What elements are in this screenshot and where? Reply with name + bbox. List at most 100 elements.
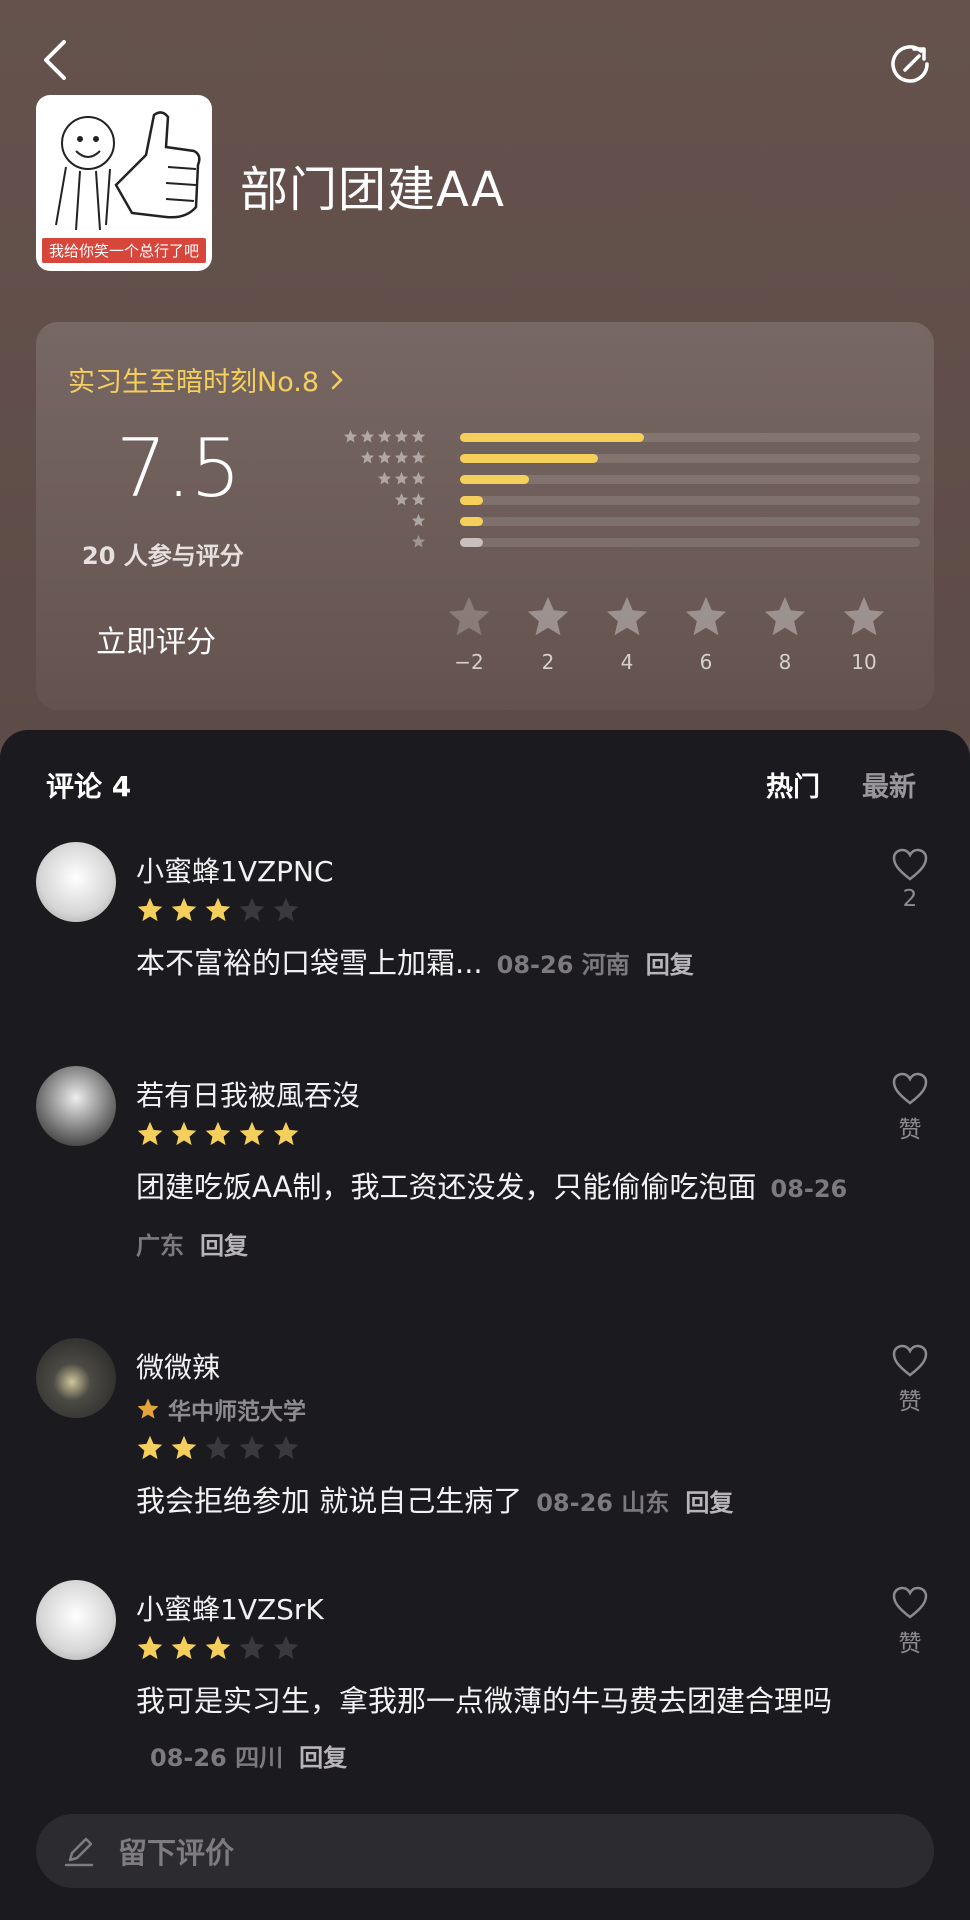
rating-star-icon (273, 897, 299, 922)
commenter-name[interactable]: 小蜜蜂1VZSrK (136, 1588, 324, 1628)
rate-star-value: 4 (620, 650, 634, 674)
rate-star-option[interactable]: 8 (762, 594, 808, 674)
like-count: 赞 (898, 1117, 922, 1143)
distribution-stars (394, 492, 426, 507)
pencil-icon (64, 1837, 94, 1867)
rate-star-option[interactable]: 2 (525, 594, 571, 674)
broken-star-icon (448, 596, 490, 636)
rating-star-icon (137, 1121, 163, 1146)
verified-school: 华中师范大学 (136, 1392, 306, 1426)
rank-label: 实习生至暗时刻No.8 (68, 367, 320, 398)
rate-star-value: 2 (541, 650, 555, 674)
rating-star-icon (273, 1635, 299, 1660)
star-icon (685, 596, 727, 636)
distribution-track (460, 496, 920, 505)
rating-star-icon (239, 1435, 265, 1460)
review-input[interactable]: 留下评价 (36, 1814, 934, 1888)
distribution-row (306, 490, 920, 511)
commenter-name[interactable]: 微微辣 (136, 1346, 220, 1386)
comment-rating (136, 1634, 300, 1662)
rate-star-value: 6 (699, 650, 713, 674)
avatar[interactable] (36, 1580, 116, 1660)
chevron-right-icon (331, 370, 343, 389)
rating-star-icon (239, 897, 265, 922)
share-button[interactable] (880, 34, 940, 94)
review-input-placeholder: 留下评价 (118, 1836, 235, 1870)
small-star-icon (411, 513, 426, 527)
like-button[interactable]: 赞 (890, 1344, 930, 1416)
star-icon (764, 596, 806, 636)
distribution-track (460, 517, 920, 526)
rating-star-icon (205, 897, 231, 922)
rate-star-option[interactable]: 6 (683, 594, 729, 674)
reply-button[interactable]: 回复 (200, 1232, 248, 1260)
star-icon (527, 596, 569, 636)
star-icon (843, 596, 885, 636)
small-star-icon (411, 471, 426, 485)
participant-count: 20 人参与评分 (82, 542, 244, 570)
rating-star-icon (137, 1635, 163, 1660)
average-score: 7.5 (116, 422, 241, 515)
rating-distribution (306, 427, 920, 553)
small-star-icon (360, 450, 375, 464)
rate-star-value: −2 (454, 650, 484, 674)
comments-count: 评论 4 (46, 770, 132, 803)
distribution-row (306, 532, 920, 553)
rank-link[interactable]: 实习生至暗时刻No.8 (68, 360, 343, 399)
small-star-icon (377, 471, 392, 485)
rating-star-icon (171, 1121, 197, 1146)
thumbs-up-meme-icon (55, 111, 201, 231)
comment-rating (136, 896, 300, 924)
small-star-icon (394, 450, 409, 464)
reply-button[interactable]: 回复 (299, 1744, 347, 1772)
comment-text: 我会拒绝参加 就说自己生病了 08-26 山东 回复 (136, 1474, 856, 1531)
distribution-stars (411, 534, 426, 549)
distribution-row (306, 427, 920, 448)
comment-body: 我会拒绝参加 就说自己生病了 (136, 1484, 523, 1518)
comment-rating (136, 1120, 300, 1148)
rate-star-option[interactable]: −2 (446, 594, 492, 674)
comment-meta: 08-26 河南 (496, 951, 630, 979)
small-star-icon (360, 429, 375, 443)
cover-image: 我给你笑一个总行了吧 (36, 95, 212, 271)
rate-star-option[interactable]: 10 (841, 594, 887, 674)
distribution-stars (343, 429, 426, 444)
distribution-bar (460, 496, 483, 505)
rate-star-option[interactable]: 4 (604, 594, 650, 674)
avatar[interactable] (36, 1338, 116, 1418)
comment-meta: 08-26 山东 (536, 1489, 670, 1517)
commenter-name[interactable]: 若有日我被風吞沒 (136, 1074, 360, 1114)
like-button[interactable]: 赞 (890, 1586, 930, 1658)
small-star-icon (343, 429, 358, 443)
commenter-name[interactable]: 小蜜蜂1VZPNC (136, 850, 334, 890)
tab-new[interactable]: 最新 (862, 765, 916, 804)
avatar[interactable] (36, 1066, 116, 1146)
distribution-stars (411, 513, 426, 528)
rating-star-icon (171, 897, 197, 922)
avatar[interactable] (36, 842, 116, 922)
comment-body: 本不富裕的口袋雪上加霜... (136, 946, 483, 980)
reply-button[interactable]: 回复 (685, 1489, 733, 1517)
comment-text: 团建吃饭AA制，我工资还没发，只能偷偷吃泡面 08-26 广东 回复 (136, 1160, 856, 1274)
comment-text: 我可是实习生，拿我那一点微薄的牛马费去团建合理吗 08-26 四川 回复 (136, 1674, 856, 1786)
rate-now-label: 立即评分 (96, 625, 216, 660)
tab-hot[interactable]: 热门 (766, 765, 820, 804)
rating-star-icon (137, 1435, 163, 1460)
comment-body: 团建吃饭AA制，我工资还没发，只能偷偷吃泡面 (136, 1170, 757, 1204)
like-button[interactable]: 2 (890, 848, 930, 912)
rate-star-picker: −2 2 4 6 8 10 (446, 594, 887, 674)
distribution-row (306, 448, 920, 469)
small-star-icon (394, 492, 409, 506)
heart-icon (892, 1344, 928, 1377)
like-button[interactable]: 赞 (890, 1072, 930, 1144)
back-button[interactable] (30, 30, 80, 90)
distribution-track (460, 538, 920, 547)
distribution-track (460, 454, 920, 463)
rating-star-icon (205, 1635, 231, 1660)
rating-star-icon (205, 1121, 231, 1146)
heart-icon (892, 848, 928, 881)
rating-star-icon (273, 1435, 299, 1460)
reply-button[interactable]: 回复 (646, 951, 694, 979)
comment-rating (136, 1434, 300, 1462)
distribution-bar (460, 538, 483, 547)
